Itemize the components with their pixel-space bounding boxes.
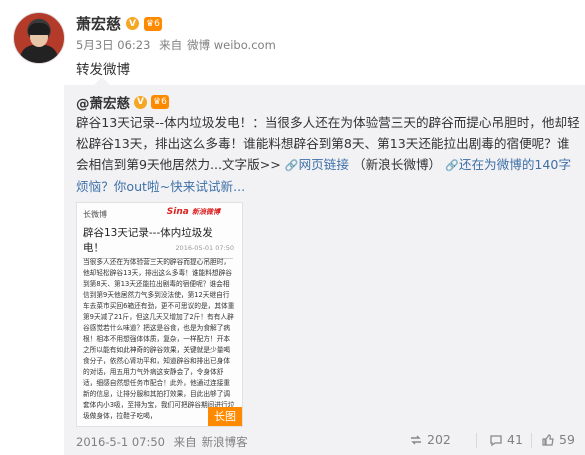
- original-level-badge-number: 6: [161, 97, 167, 107]
- repost-button[interactable]: 202: [409, 432, 451, 447]
- author-name[interactable]: 萧宏慈: [76, 13, 121, 34]
- post-timestamp[interactable]: 5月3日 06:23: [76, 38, 150, 52]
- original-verified-icon[interactable]: V: [134, 95, 147, 109]
- level-badge-icon[interactable]: ♛ 6: [144, 16, 162, 31]
- post-source[interactable]: 微博 weibo.com: [187, 38, 276, 52]
- link-icon: 🔗: [445, 159, 459, 172]
- original-author-row: @萧宏慈 V ♛ 6: [76, 92, 169, 112]
- thumbnail-header-label: 长微博: [83, 210, 107, 219]
- original-meta: 2016-5-1 07:50 来自 新浪博客: [76, 434, 253, 450]
- repost-icon: [409, 433, 423, 447]
- like-count: 59: [559, 432, 575, 447]
- post-source-prefix: 来自: [159, 38, 183, 52]
- long-image-badge: 长图: [208, 407, 242, 426]
- thumbs-up-icon: [541, 433, 555, 447]
- like-button[interactable]: 59: [541, 432, 575, 447]
- repost-count: 202: [427, 432, 451, 447]
- divider: [531, 433, 532, 448]
- sina-logo: Sina 新浪微博: [166, 207, 220, 217]
- panel-arrow: [94, 77, 110, 85]
- original-source[interactable]: 新浪博客: [202, 435, 248, 449]
- long-image-thumbnail[interactable]: 长微博 Sina 新浪微博 辟谷13天记录---体内垃圾发电！ 2016-05-…: [76, 202, 243, 427]
- avatar[interactable]: [13, 12, 65, 64]
- thumbnail-date: 2016-05-01 07:50: [175, 244, 234, 252]
- divider: [476, 433, 477, 448]
- level-badge-number: 6: [154, 18, 160, 29]
- author-row: 萧宏慈 V ♛ 6: [76, 13, 162, 34]
- post-meta: 5月3日 06:23 来自 微博 weibo.com: [76, 37, 281, 53]
- original-source-prefix: 来自: [173, 435, 197, 449]
- comment-button[interactable]: 41: [489, 432, 523, 447]
- link-icon: 🔗: [284, 159, 299, 172]
- thumbnail-title: 辟谷13天记录---体内垃圾发电！: [83, 225, 233, 259]
- thumbnail-body: 当很多人还在为体验营三天的辟谷而提心吊胆时，他却轻松辟谷13天，排出这么多毒！谁…: [83, 258, 235, 420]
- repost-text: 转发微博: [76, 62, 130, 78]
- original-text: 辟谷13天记录--体内垃圾发电！：当很多人还在为体验营三天的辟谷而提心吊胆时，他…: [76, 112, 582, 197]
- original-level-badge-icon[interactable]: ♛ 6: [151, 95, 169, 109]
- original-text-source: （新浪长微博）: [352, 157, 442, 172]
- comment-count: 41: [507, 432, 523, 447]
- original-author-mention[interactable]: @萧宏慈: [76, 92, 130, 112]
- original-timestamp[interactable]: 2016-5-1 07:50: [76, 435, 165, 449]
- comment-icon: [489, 433, 503, 447]
- web-link[interactable]: 网页链接: [299, 157, 349, 172]
- verified-icon[interactable]: V: [126, 17, 140, 30]
